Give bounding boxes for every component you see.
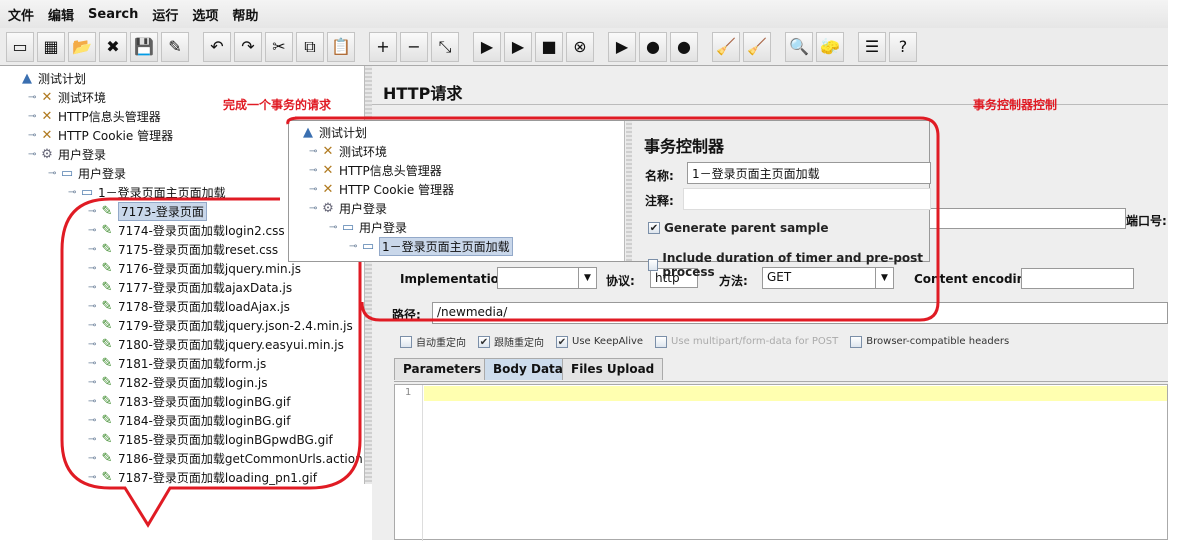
annotation-right-text: 事务控制器控制 <box>973 98 1058 112</box>
annotation-box-right <box>295 116 940 322</box>
annotation-callout-left <box>60 197 362 528</box>
annotation-overlay <box>60 116 940 528</box>
annotation-left-text: 完成一个事务的请求 <box>223 98 332 112</box>
